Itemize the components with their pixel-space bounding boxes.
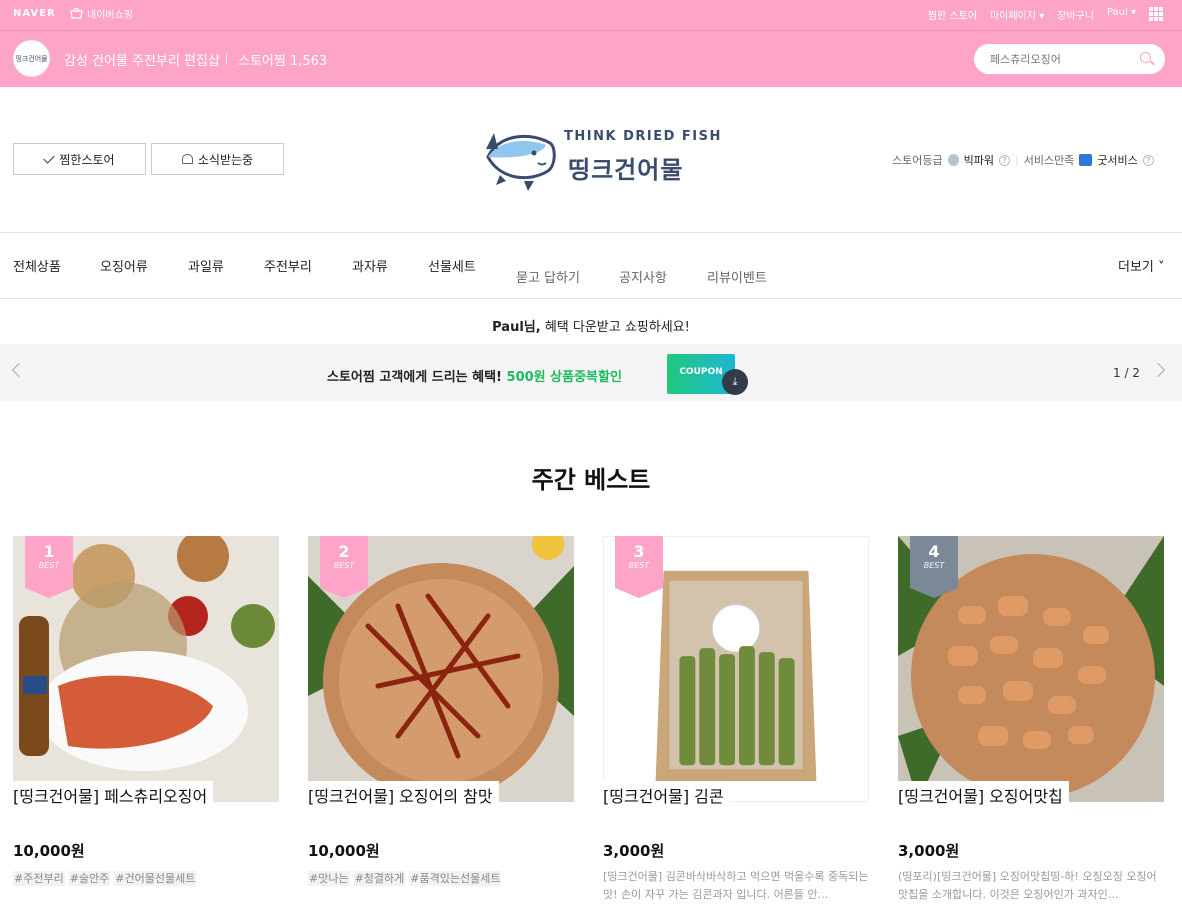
top-link-mypage[interactable]: 마이페이지 ▾ <box>990 7 1044 22</box>
rank-best-label: BEST <box>628 561 650 570</box>
product-tags: #주전부리 #술안주 #건어물선물세트 <box>13 870 200 886</box>
weekly-best-title: 주간 베스트 <box>531 466 651 494</box>
notify-label: 소식받는중 <box>197 152 254 167</box>
brand-english-name: THINK DRIED FISH <box>564 129 722 144</box>
rank-badge: 1 BEST <box>25 536 73 598</box>
check-icon <box>43 151 56 164</box>
product-price: 10,000원 <box>13 842 85 860</box>
product-name[interactable]: [띵크건어물] 김콘 <box>603 781 730 809</box>
product-price: 10,000원 <box>308 842 380 860</box>
rank-number: 1 <box>43 542 55 561</box>
greeting-username: Paul님, <box>492 320 541 335</box>
banner-highlight: 500원 상품중복할인 <box>506 370 622 385</box>
product-tag[interactable]: #주전부리 <box>13 871 65 886</box>
nav-item-gift-set[interactable]: 선물세트 <box>428 256 476 275</box>
top-link-cart[interactable]: 장바구니 <box>1057 7 1094 22</box>
grade-label: 스토어등급 <box>892 154 943 167</box>
nav-item-squid[interactable]: 오징어류 <box>100 256 148 275</box>
rank-number: 4 <box>928 542 940 561</box>
store-logo[interactable]: 띵크건어물 <box>13 40 50 77</box>
greeting-text: Paul님, 혜택 다운받고 쇼핑하세요! <box>0 316 1182 335</box>
banner-message: 스토어찜 고객에게 드리는 혜택! <box>327 370 502 385</box>
product-description: [띵크건어물] 김콘바삭바삭하고 먹으면 먹을수록 중독되는 맛! 손이 자꾸 … <box>603 870 869 901</box>
nav-item-qna[interactable]: 묻고 답하기 <box>516 267 580 286</box>
rank-number: 2 <box>338 542 350 561</box>
nav-top-border <box>0 232 1182 233</box>
greeting-message: 혜택 다운받고 쇼핑하세요! <box>540 320 690 335</box>
fav-store-button[interactable]: 찜한스토어 <box>13 143 146 175</box>
nav-more-button[interactable]: 더보기 ˅ <box>1118 256 1165 275</box>
help-icon[interactable]: ? <box>1142 154 1154 166</box>
banner-text: 스토어찜 고객에게 드리는 혜택! 500원 상품중복할인 <box>327 366 622 385</box>
store-favorites-count: 스토어찜 1,563 <box>238 54 328 69</box>
coupon-banner: 스토어찜 고객에게 드리는 혜택! 500원 상품중복할인 COUPON ⤓ 1… <box>0 344 1182 401</box>
nav-item-chips[interactable]: 과자류 <box>352 256 388 275</box>
service-value: 굿서비스 <box>1097 154 1138 167</box>
product-card[interactable]: 3 BEST [띵크건어물] 김콘 3,000원 [띵크건어물] 김콘바삭바삭하… <box>603 536 869 914</box>
product-tag[interactable]: #청결하게 <box>353 871 406 886</box>
product-price: 3,000원 <box>603 842 665 860</box>
rank-best-label: BEST <box>923 561 945 570</box>
brand-korean-name: 띵크건어물 <box>568 156 684 184</box>
nav-item-all[interactable]: 전체상품 <box>13 256 61 275</box>
rank-badge: 3 BEST <box>615 536 663 598</box>
bell-icon <box>181 154 193 164</box>
chevron-right-icon[interactable] <box>1150 362 1166 378</box>
product-name[interactable]: [띵크건어물] 오징어의 참맛 <box>308 781 499 809</box>
rank-number: 3 <box>633 542 645 561</box>
product-tags: #맛나는 #청결하게 #품격있는선물세트 <box>308 870 505 886</box>
store-header-bar: 띵크건어물 감성 건어물 주전부리 편집샵 스토어찜 1,563 <box>0 31 1182 87</box>
nav-item-notice[interactable]: 공지사항 <box>619 267 667 286</box>
download-icon[interactable]: ⤓ <box>722 369 748 395</box>
service-label: 서비스만족 <box>1023 154 1075 167</box>
naver-shopping-label: 네이버쇼핑 <box>87 10 133 21</box>
naver-shopping-link[interactable]: 네이버쇼핑 <box>70 6 133 21</box>
product-description: (띵포리)[띵크건어물] 오징어맛칩띵-하! 오징오징 오징어 맛칩을 소개합니… <box>898 870 1157 901</box>
top-link-user[interactable]: Paul ▾ <box>1107 7 1136 22</box>
product-tag[interactable]: #맛나는 <box>308 871 350 886</box>
nav-item-snacks[interactable]: 주전부리 <box>264 256 312 275</box>
product-tag[interactable]: #건어물선물세트 <box>114 871 197 886</box>
product-name[interactable]: [띵크건어물] 오징어맛칩 <box>898 781 1069 809</box>
divider <box>226 53 227 65</box>
banner-pager: 1 / 2 <box>1113 366 1140 380</box>
thumbs-up-icon <box>1079 154 1093 166</box>
store-grade: 스토어등급 빅파워 ? | 서비스만족 굿서비스 ? <box>892 152 1154 168</box>
product-tag[interactable]: #품격있는선물세트 <box>409 871 502 886</box>
app-grid-icon[interactable] <box>1149 7 1163 21</box>
chevron-left-icon[interactable] <box>11 362 27 378</box>
nav-item-fruit[interactable]: 과일류 <box>188 256 224 275</box>
product-price: 3,000원 <box>898 842 960 860</box>
rank-badge: 2 BEST <box>320 536 368 598</box>
store-name[interactable]: 감성 건어물 주전부리 편집샵 <box>64 50 220 69</box>
grade-value: 빅파워 <box>963 154 994 167</box>
fav-store-label: 찜한스토어 <box>59 152 115 167</box>
product-card[interactable]: 4 BEST [띵크건어물] 오징어맛칩 3,000원 (띵포리)[띵크건어물]… <box>898 536 1164 914</box>
rank-badge: 4 BEST <box>910 536 958 598</box>
nav-bottom-border <box>0 298 1182 299</box>
nav-item-review-event[interactable]: 리뷰이벤트 <box>707 267 767 286</box>
shopping-bag-icon <box>70 8 83 19</box>
help-icon[interactable]: ? <box>998 154 1010 166</box>
notify-button[interactable]: 소식받는중 <box>151 143 284 175</box>
rank-best-label: BEST <box>333 561 355 570</box>
store-search <box>974 44 1165 74</box>
global-top-bar: NAVER 네이버쇼핑 찜한 스토어 마이페이지 ▾ 장바구니 Paul ▾ <box>0 0 1182 31</box>
top-link-fav-stores[interactable]: 찜한 스토어 <box>928 7 977 22</box>
medal-icon <box>947 154 959 166</box>
naver-logo[interactable]: NAVER <box>13 8 56 19</box>
product-name[interactable]: [띵크건어물] 페스츄리오징어 <box>13 781 214 809</box>
product-card[interactable]: 1 BEST [띵크건어물] 페스츄리오징어 10,000원 #주전부리 #술안주… <box>13 536 279 914</box>
rank-best-label: BEST <box>38 561 60 570</box>
product-card[interactable]: 2 BEST [띵크건어물] 오징어의 참맛 10,000원 #맛나는 #청결하게… <box>308 536 574 914</box>
store-logo-text: 띵크건어물 <box>15 54 48 63</box>
search-input[interactable] <box>990 50 1130 68</box>
product-tag[interactable]: #술안주 <box>68 871 111 886</box>
top-links: 찜한 스토어 마이페이지 ▾ 장바구니 Paul ▾ <box>928 7 1136 22</box>
divider: | <box>1014 153 1019 167</box>
search-icon[interactable] <box>1140 52 1151 63</box>
